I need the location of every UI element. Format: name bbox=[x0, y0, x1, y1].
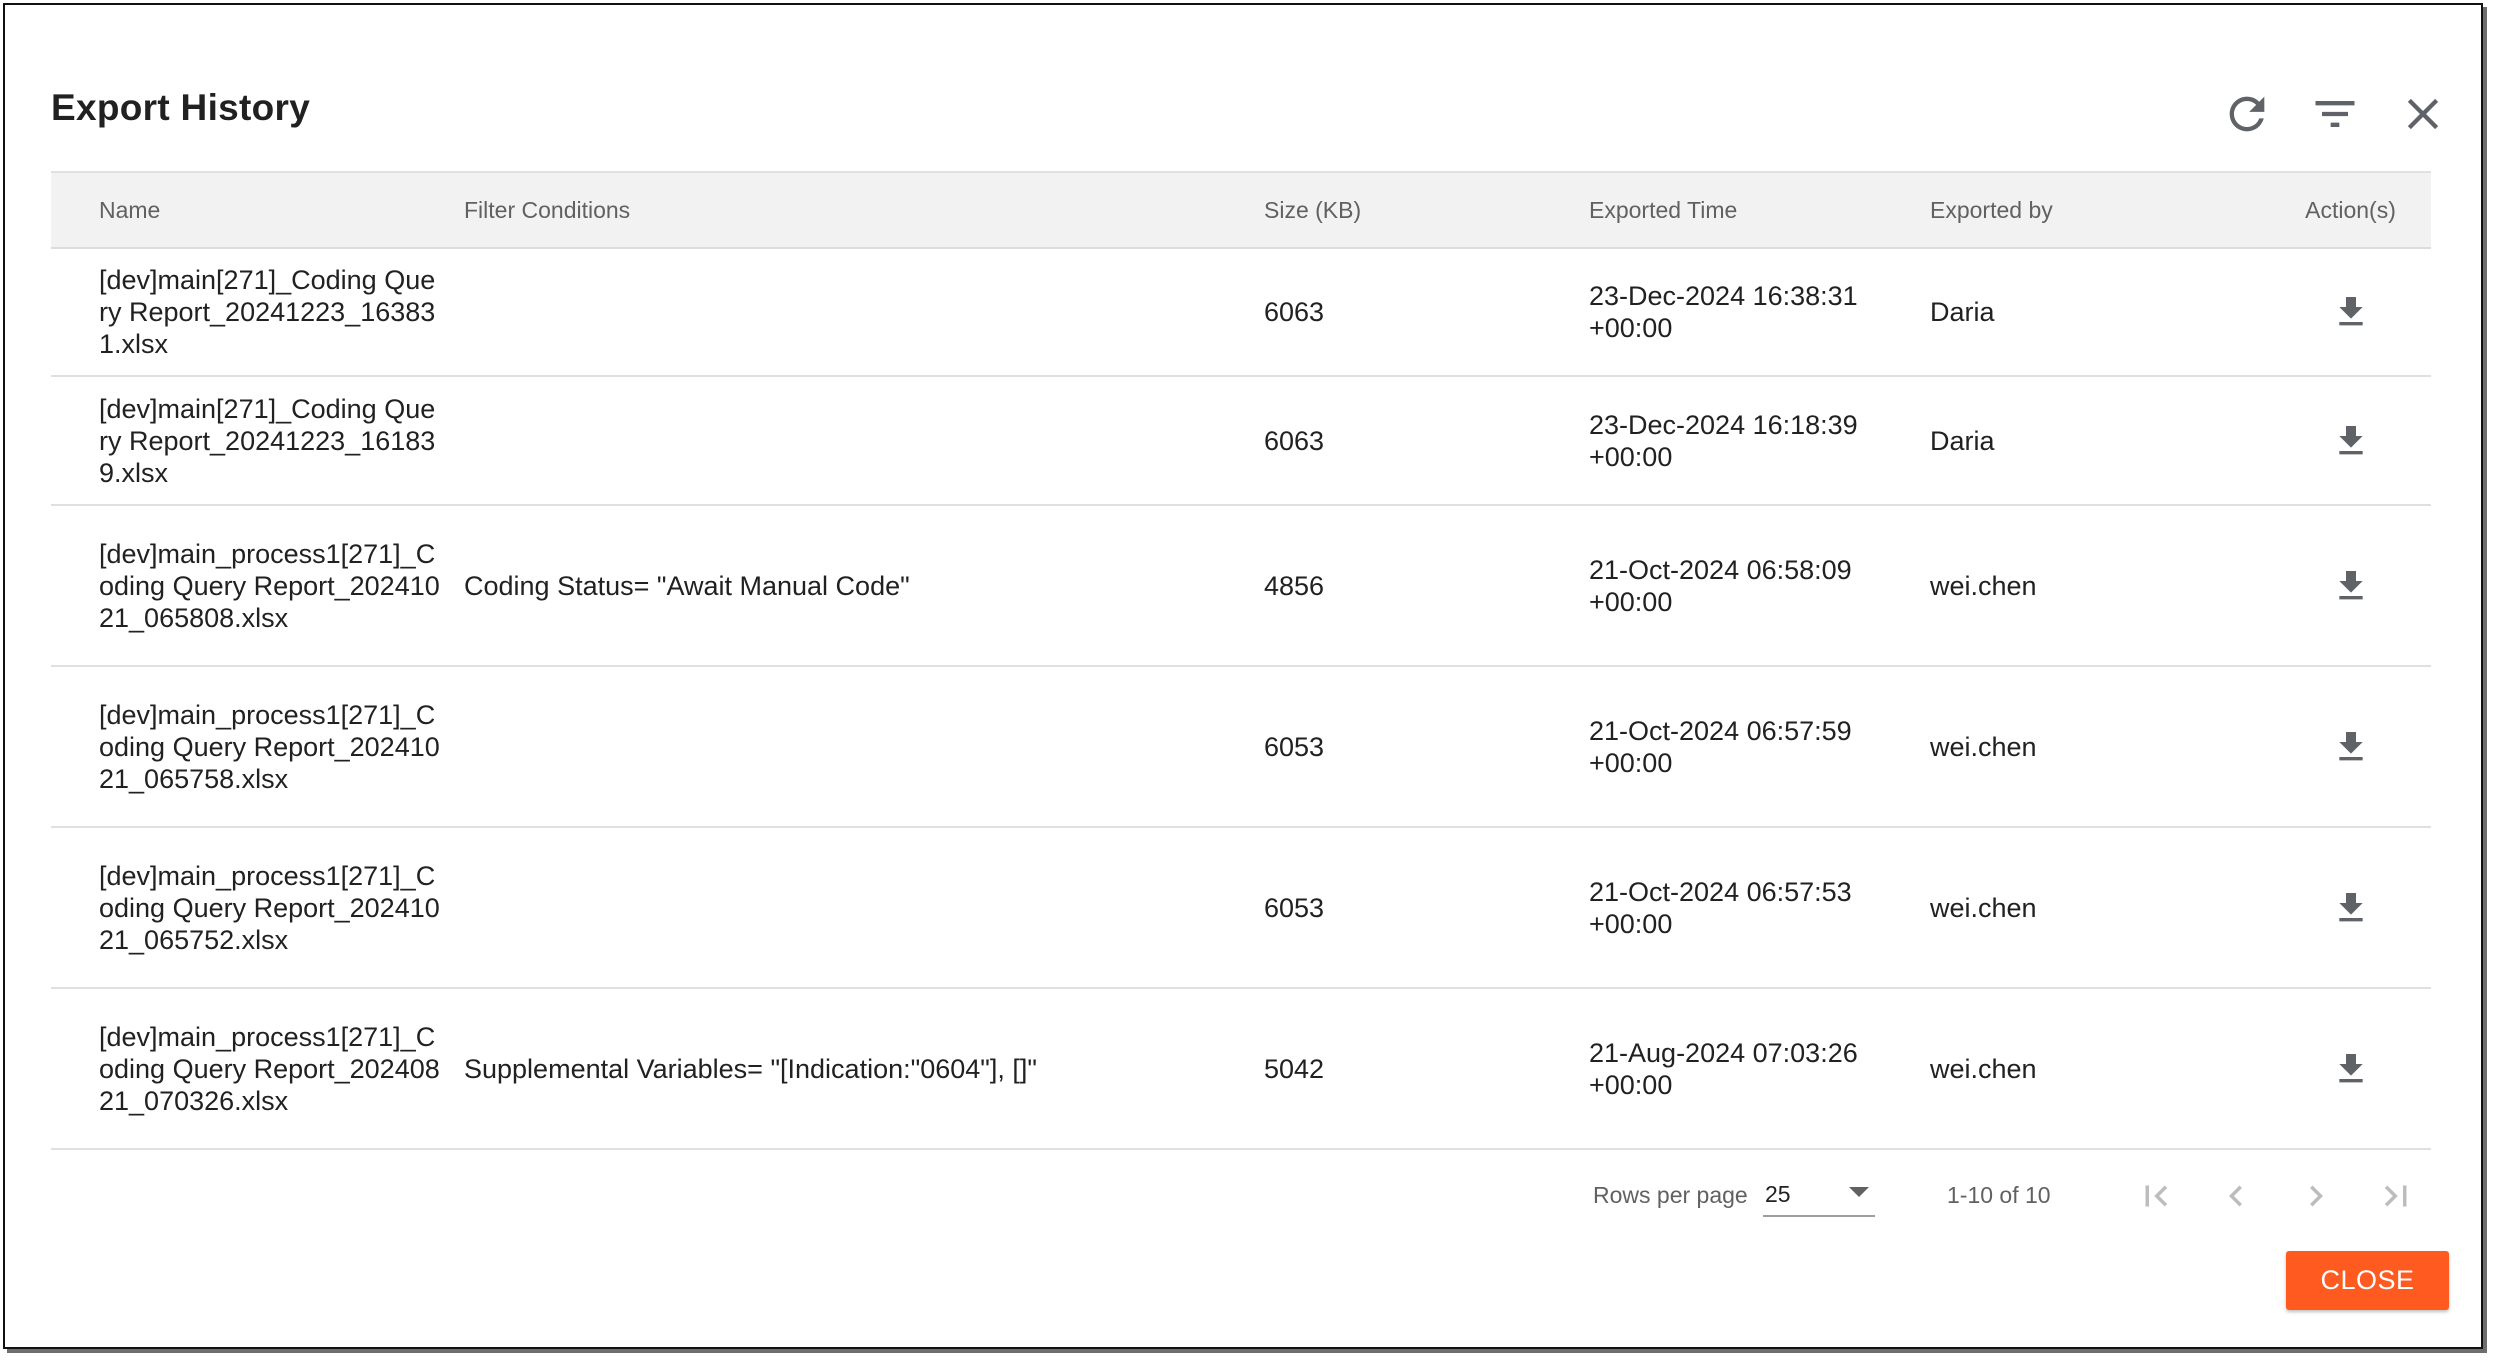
cell-filter-conditions bbox=[464, 376, 1264, 505]
rows-per-page-value: 25 bbox=[1765, 1181, 1791, 1207]
rows-per-page-select[interactable]: 25 bbox=[1763, 1171, 1875, 1217]
cell-exported-time: 23-Dec-2024 16:38:31 +00:00 bbox=[1589, 281, 1858, 343]
table-row: [dev]main_process1[271]_Coding Query Rep… bbox=[51, 505, 2431, 666]
next-page-icon[interactable] bbox=[2295, 1175, 2337, 1217]
refresh-icon[interactable] bbox=[2221, 88, 2273, 140]
cell-exported-time: 23-Dec-2024 16:18:39 +00:00 bbox=[1589, 409, 1858, 472]
cell-exported-by: Daria bbox=[1930, 425, 1995, 456]
cell-exported-time: 21-Aug-2024 07:03:26 +00:00 bbox=[1589, 1037, 1858, 1100]
cell-name: [dev]main_process1[271]_Coding Query Rep… bbox=[99, 699, 440, 794]
dialog-title: Export History bbox=[51, 87, 311, 128]
table-row: [dev]main_process1[271]_Coding Query Rep… bbox=[51, 666, 2431, 827]
cell-name: [dev]main[271]_Coding Query Report_20241… bbox=[99, 265, 436, 359]
cell-exported-by: Daria bbox=[1930, 297, 1995, 327]
pagination-range: 1-10 of 10 bbox=[1947, 1182, 2051, 1208]
rows-per-page-label: Rows per page bbox=[1593, 1182, 1748, 1208]
cell-name: [dev]main[271]_Coding Query Report_20241… bbox=[99, 393, 436, 488]
cell-exported-by: wei.chen bbox=[1930, 570, 2037, 601]
download-icon[interactable] bbox=[2331, 1049, 2371, 1089]
cell-size: 6053 bbox=[1264, 731, 1325, 762]
table-row: [dev]main_process1[271]_Coding Query Rep… bbox=[51, 827, 2431, 988]
previous-page-icon[interactable] bbox=[2215, 1175, 2257, 1217]
cell-actions bbox=[2230, 248, 2431, 376]
download-icon[interactable] bbox=[2331, 727, 2371, 767]
cell-exported-by: wei.chen bbox=[1930, 1053, 2037, 1084]
column-header-name[interactable]: Name bbox=[51, 172, 464, 248]
cell-filter-conditions: Supplemental Variables= "[Indication:"06… bbox=[464, 1053, 1037, 1084]
column-header-size[interactable]: Size (KB) bbox=[1264, 172, 1589, 248]
cell-actions bbox=[2230, 505, 2431, 666]
cell-filter-conditions bbox=[464, 248, 1264, 376]
download-icon[interactable] bbox=[2331, 566, 2371, 606]
arrow-drop-down-icon bbox=[1849, 1187, 1869, 1197]
cell-size: 6053 bbox=[1264, 892, 1325, 923]
cell-actions bbox=[2230, 376, 2431, 505]
cell-actions bbox=[2230, 827, 2431, 988]
cell-exported-time: 21-Oct-2024 06:57:59 +00:00 bbox=[1589, 715, 1852, 778]
cell-exported-time: 21-Oct-2024 06:58:09 +00:00 bbox=[1589, 554, 1852, 617]
cell-size: 6063 bbox=[1264, 297, 1325, 327]
download-icon[interactable] bbox=[2331, 888, 2371, 928]
cell-name: [dev]main_process1[271]_Coding Query Rep… bbox=[99, 1021, 440, 1116]
export-history-table: Name Filter Conditions Size (KB) Exporte… bbox=[51, 171, 2431, 1150]
filter-list-icon[interactable] bbox=[2309, 88, 2361, 140]
table-row: [dev]main[271]_Coding Query Report_20241… bbox=[51, 248, 2431, 376]
column-header-actions: Action(s) bbox=[2305, 196, 2396, 223]
export-history-dialog: Export History Name Filter Conditions Si… bbox=[3, 3, 2483, 1349]
column-header-exported-by[interactable]: Exported by bbox=[1930, 172, 2230, 248]
cell-size: 6063 bbox=[1264, 425, 1325, 456]
cell-exported-by: wei.chen bbox=[1930, 892, 2037, 923]
download-icon[interactable] bbox=[2331, 421, 2371, 461]
cell-exported-time: 21-Oct-2024 06:57:53 +00:00 bbox=[1589, 876, 1852, 939]
table-header-row: Name Filter Conditions Size (KB) Exporte… bbox=[51, 172, 2431, 248]
cell-filter-conditions bbox=[464, 827, 1264, 988]
cell-name: [dev]main_process1[271]_Coding Query Rep… bbox=[99, 860, 440, 955]
cell-name: [dev]main_process1[271]_Coding Query Rep… bbox=[99, 538, 440, 633]
cell-filter-conditions bbox=[464, 666, 1264, 827]
cell-actions bbox=[2230, 988, 2431, 1149]
first-page-icon[interactable] bbox=[2135, 1175, 2177, 1217]
cell-size: 5042 bbox=[1264, 1053, 1325, 1084]
cell-exported-by: wei.chen bbox=[1930, 731, 2037, 762]
column-header-filter-conditions[interactable]: Filter Conditions bbox=[464, 172, 1264, 248]
column-header-exported-time[interactable]: Exported Time bbox=[1589, 172, 1930, 248]
table-row: [dev]main[271]_Coding Query Report_20241… bbox=[51, 376, 2431, 505]
close-icon[interactable] bbox=[2397, 88, 2449, 140]
close-button[interactable]: CLOSE bbox=[2286, 1251, 2449, 1310]
cell-filter-conditions: Coding Status= "Await Manual Code" bbox=[464, 570, 910, 601]
download-icon[interactable] bbox=[2331, 292, 2371, 332]
last-page-icon[interactable] bbox=[2375, 1175, 2417, 1217]
cell-size: 4856 bbox=[1264, 570, 1325, 601]
cell-actions bbox=[2230, 666, 2431, 827]
table-row: [dev]main_process1[271]_Coding Query Rep… bbox=[51, 988, 2431, 1149]
